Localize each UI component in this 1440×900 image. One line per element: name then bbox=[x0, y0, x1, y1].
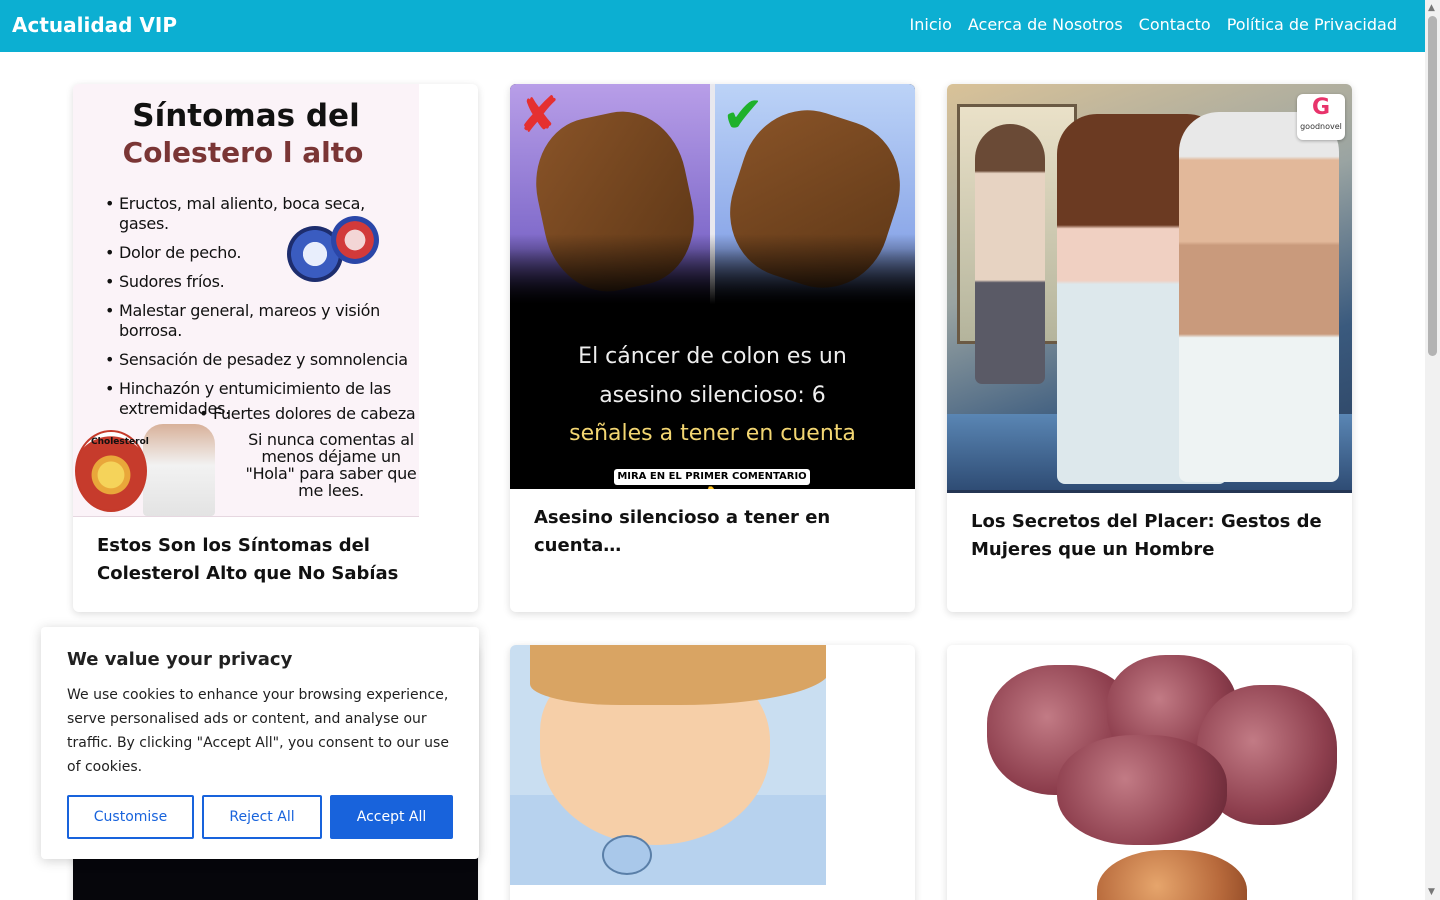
article-image-sleeping[interactable] bbox=[510, 645, 826, 885]
image-tag: MIRA EN EL PRIMER COMENTARIO👇 bbox=[614, 469, 810, 489]
cookie-title: We value your privacy bbox=[67, 649, 293, 670]
cholesterol-badge: Cholesterol bbox=[91, 437, 149, 447]
check-icon: ✔ bbox=[722, 86, 764, 144]
article-image-colesterol[interactable]: Síntomas del Colestero l alto Eructos, m… bbox=[73, 84, 419, 517]
article-card-placer[interactable]: G goodnovel Los Secretos del Placer: Ges… bbox=[947, 84, 1352, 612]
cross-icon: ✘ bbox=[518, 86, 560, 144]
image-subheading: Colestero l alto bbox=[122, 136, 364, 169]
image-line-2: asesino silencioso: 6 bbox=[599, 383, 826, 408]
symptom-item: Sudores fríos. bbox=[105, 272, 417, 292]
article-card-colesterol[interactable]: Síntomas del Colestero l alto Eructos, m… bbox=[73, 84, 478, 612]
image-note: Si nunca comentas al menos déjame un "Ho… bbox=[245, 430, 417, 500]
sleeping-face-illustration bbox=[530, 645, 826, 845]
article-title[interactable]: Los Secretos del Placer: Gestos de Mujer… bbox=[971, 508, 1330, 564]
scroll-up-arrow-icon[interactable]: ▲ bbox=[1428, 3, 1435, 13]
meat-piece-illustration bbox=[1097, 850, 1247, 900]
hair-illustration bbox=[530, 645, 826, 705]
cookie-text: We use cookies to enhance your browsing … bbox=[67, 687, 449, 775]
nav-acerca[interactable]: Acerca de Nosotros bbox=[968, 15, 1123, 34]
article-title[interactable]: Estos Son los Síntomas del Colesterol Al… bbox=[97, 532, 456, 588]
drool-icon bbox=[602, 835, 652, 875]
scroll-thumb[interactable] bbox=[1428, 16, 1437, 356]
page-scrollbar[interactable]: ▲ ▼ bbox=[1425, 0, 1440, 900]
nav-privacidad[interactable]: Política de Privacidad bbox=[1227, 15, 1397, 34]
cookie-consent-banner: We value your privacy We use cookies to … bbox=[41, 627, 479, 859]
site-brand-link[interactable]: Actualidad VIP bbox=[12, 13, 177, 37]
image-fade bbox=[510, 234, 915, 304]
symptom-item: • Fuertes dolores de cabeza bbox=[199, 404, 416, 423]
site-header: Actualidad VIP Inicio Acerca de Nosotros… bbox=[0, 0, 1425, 52]
image-heading: Síntomas del bbox=[132, 98, 360, 134]
nav-inicio[interactable]: Inicio bbox=[910, 15, 952, 34]
article-image-4[interactable] bbox=[73, 853, 478, 900]
scroll-down-arrow-icon[interactable]: ▼ bbox=[1428, 887, 1435, 897]
article-card-5[interactable] bbox=[510, 645, 915, 900]
article-image-meat[interactable] bbox=[947, 645, 1352, 900]
main-nav: Inicio Acerca de Nosotros Contacto Polít… bbox=[910, 15, 1397, 34]
article-image-placer[interactable]: G goodnovel bbox=[947, 84, 1352, 493]
goodnovel-logo-icon: G goodnovel bbox=[1297, 94, 1345, 140]
old-man-figure-illustration bbox=[1179, 112, 1339, 482]
image-line-3: señales a tener en cuenta bbox=[569, 421, 856, 446]
article-card-colon[interactable]: ✘ ✔ El cáncer de colon es un asesino sil… bbox=[510, 84, 915, 612]
article-title[interactable]: Asesino silencioso a tener en cuenta… bbox=[534, 504, 893, 560]
reject-all-button[interactable]: Reject All bbox=[202, 795, 322, 839]
symptom-item: Eructos, mal aliento, boca seca, gases. bbox=[105, 194, 417, 234]
image-line-1: El cáncer de colon es un bbox=[578, 344, 847, 369]
man-figure-illustration bbox=[975, 124, 1045, 384]
nav-contacto[interactable]: Contacto bbox=[1139, 15, 1211, 34]
article-card-6[interactable] bbox=[947, 645, 1352, 900]
logo-text: goodnovel bbox=[1300, 122, 1342, 131]
symptom-item: Dolor de pecho. bbox=[105, 243, 417, 263]
meat-piece-illustration bbox=[1057, 735, 1227, 845]
article-image-colon[interactable]: ✘ ✔ El cáncer de colon es un asesino sil… bbox=[510, 84, 915, 489]
symptom-item: Malestar general, mareos y visión borros… bbox=[105, 301, 417, 341]
symptom-item: Sensación de pesadez y somnolencia bbox=[105, 350, 417, 370]
customise-button[interactable]: Customise bbox=[67, 795, 194, 839]
accept-all-button[interactable]: Accept All bbox=[330, 795, 453, 839]
symptom-list: Eructos, mal aliento, boca seca, gases. … bbox=[105, 194, 417, 428]
man-chest-pain-icon bbox=[143, 424, 215, 516]
